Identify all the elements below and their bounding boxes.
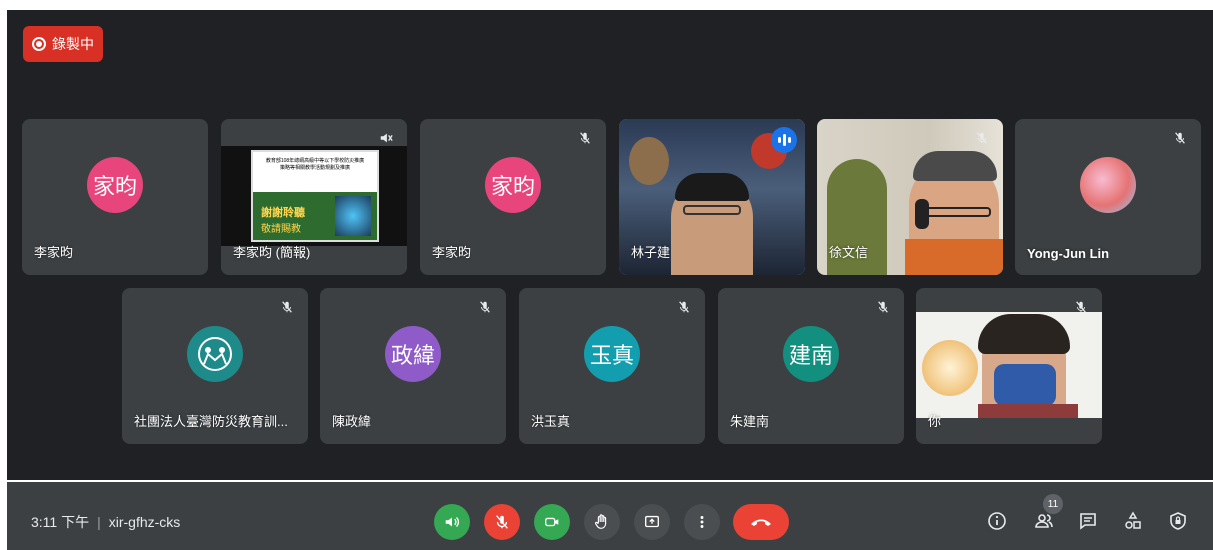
poster-graphic [922,340,978,396]
participant-name: Yong-Jun Lin [1027,246,1110,261]
microphone-toggle-button[interactable] [484,504,520,540]
meeting-stage: 錄製中 家昀 李家昀 教育部108年總綱高級中等以下學校防災推廣 策略等相關教學… [7,10,1213,480]
mic-off-icon [574,127,596,149]
avatar: 政緯 [385,326,441,382]
participants-button[interactable] [1031,508,1057,534]
recording-label: 錄製中 [52,36,94,52]
volume-off-icon [375,127,397,149]
raise-hand-button[interactable] [584,504,620,540]
slide-title-line: 教育部108年總綱高級中等以下學校防災推廣 [265,158,365,164]
meeting-code: xir-gfhz-cks [108,514,181,530]
person-hair [978,314,1070,354]
participant-tile[interactable]: 家昀 李家昀 [22,119,208,275]
separator: | [97,514,101,530]
participant-name: 你 [928,414,942,429]
participant-tile[interactable]: Yong-Jun Lin [1015,119,1201,275]
people-icon [1035,514,1053,528]
shirt [978,404,1078,418]
more-options-button[interactable] [684,504,720,540]
slide-content: 教育部108年總綱高級中等以下學校防災推廣 策略等相關教學活動規劃及推廣 謝謝聆… [251,150,379,242]
participant-name: 洪玉真 [531,414,571,429]
participant-tile[interactable]: 建南 朱建南 [718,288,904,444]
avatar: 玉真 [584,326,640,382]
shield-lock-icon [1170,512,1186,530]
slide-frame: 教育部108年總綱高級中等以下學校防災推廣 策略等相關教學活動規劃及推廣 謝謝聆… [221,146,407,246]
headset [915,199,929,229]
person-hair [913,151,997,181]
clock-time: 3:11 下午 [31,514,90,530]
participant-name: 陳政緯 [332,414,372,429]
participant-name: 徐文信 [829,245,869,260]
shapes-icon [1125,511,1141,529]
avatar: 家昀 [485,157,541,213]
participant-tile[interactable]: 社團法人臺灣防災教育訓... [122,288,308,444]
mic-off-icon [1070,296,1092,318]
slide-illustration [335,196,371,236]
participant-name: 李家昀 [34,245,74,260]
profile-photo [1080,157,1136,213]
slide-title-line: 策略等相關教學活動規劃及推廣 [279,165,350,171]
participant-name: 李家昀 [432,245,472,260]
activities-button[interactable] [1120,508,1146,534]
glasses [683,205,741,215]
participant-name: 社團法人臺灣防災教育訓... [134,414,288,429]
mic-off-icon [1169,127,1191,149]
meeting-info: 3:11 下午 | xir-gfhz-cks [31,512,180,532]
present-screen-button[interactable] [634,504,670,540]
host-controls-button[interactable] [1165,508,1191,534]
organization-logo [187,326,243,382]
participant-tile[interactable]: 玉真 洪玉真 [519,288,705,444]
video-frame [916,312,1102,418]
avatar: 家昀 [87,157,143,213]
self-tile[interactable]: 你 [916,288,1102,444]
record-icon [32,37,46,51]
bottom-toolbar: 3:11 下午 | xir-gfhz-cks 11 [7,482,1213,550]
mic-off-icon [872,296,894,318]
participant-name: 朱建南 [730,414,770,429]
mic-off-icon [474,296,496,318]
speaking-indicator-icon [771,127,797,153]
avatar: 建南 [783,326,839,382]
participant-name: 林子建 [631,245,671,260]
slide-sub: 敬請賜教 [261,224,301,235]
person-hair [675,173,749,201]
shirt [905,239,1003,275]
camera-toggle-button[interactable] [534,504,570,540]
leave-call-button[interactable] [733,504,789,540]
chat-icon [1080,513,1096,530]
participant-name: 李家昀 (簡報) [233,245,311,260]
info-icon [988,512,1006,530]
mic-off-icon [673,296,695,318]
face-mask [994,364,1056,406]
background-character [629,137,669,185]
slide-thanks: 謝謝聆聽 [261,207,305,219]
presentation-tile[interactable]: 教育部108年總綱高級中等以下學校防災推廣 策略等相關教學活動規劃及推廣 謝謝聆… [221,119,407,275]
mic-off-icon [971,127,993,149]
slide-header: 教育部108年總綱高級中等以下學校防災推廣 策略等相關教學活動規劃及推廣 [253,152,377,192]
meeting-details-button[interactable] [984,508,1010,534]
mic-off-icon [276,296,298,318]
glasses [921,207,991,217]
participant-tile-active-speaker[interactable]: 林子建 [619,119,805,275]
audio-output-button[interactable] [434,504,470,540]
participant-tile[interactable]: 徐文信 [817,119,1003,275]
chat-button[interactable] [1075,508,1101,534]
participant-tile[interactable]: 政緯 陳政緯 [320,288,506,444]
participant-tile[interactable]: 家昀 李家昀 [420,119,606,275]
recording-badge[interactable]: 錄製中 [23,26,103,62]
